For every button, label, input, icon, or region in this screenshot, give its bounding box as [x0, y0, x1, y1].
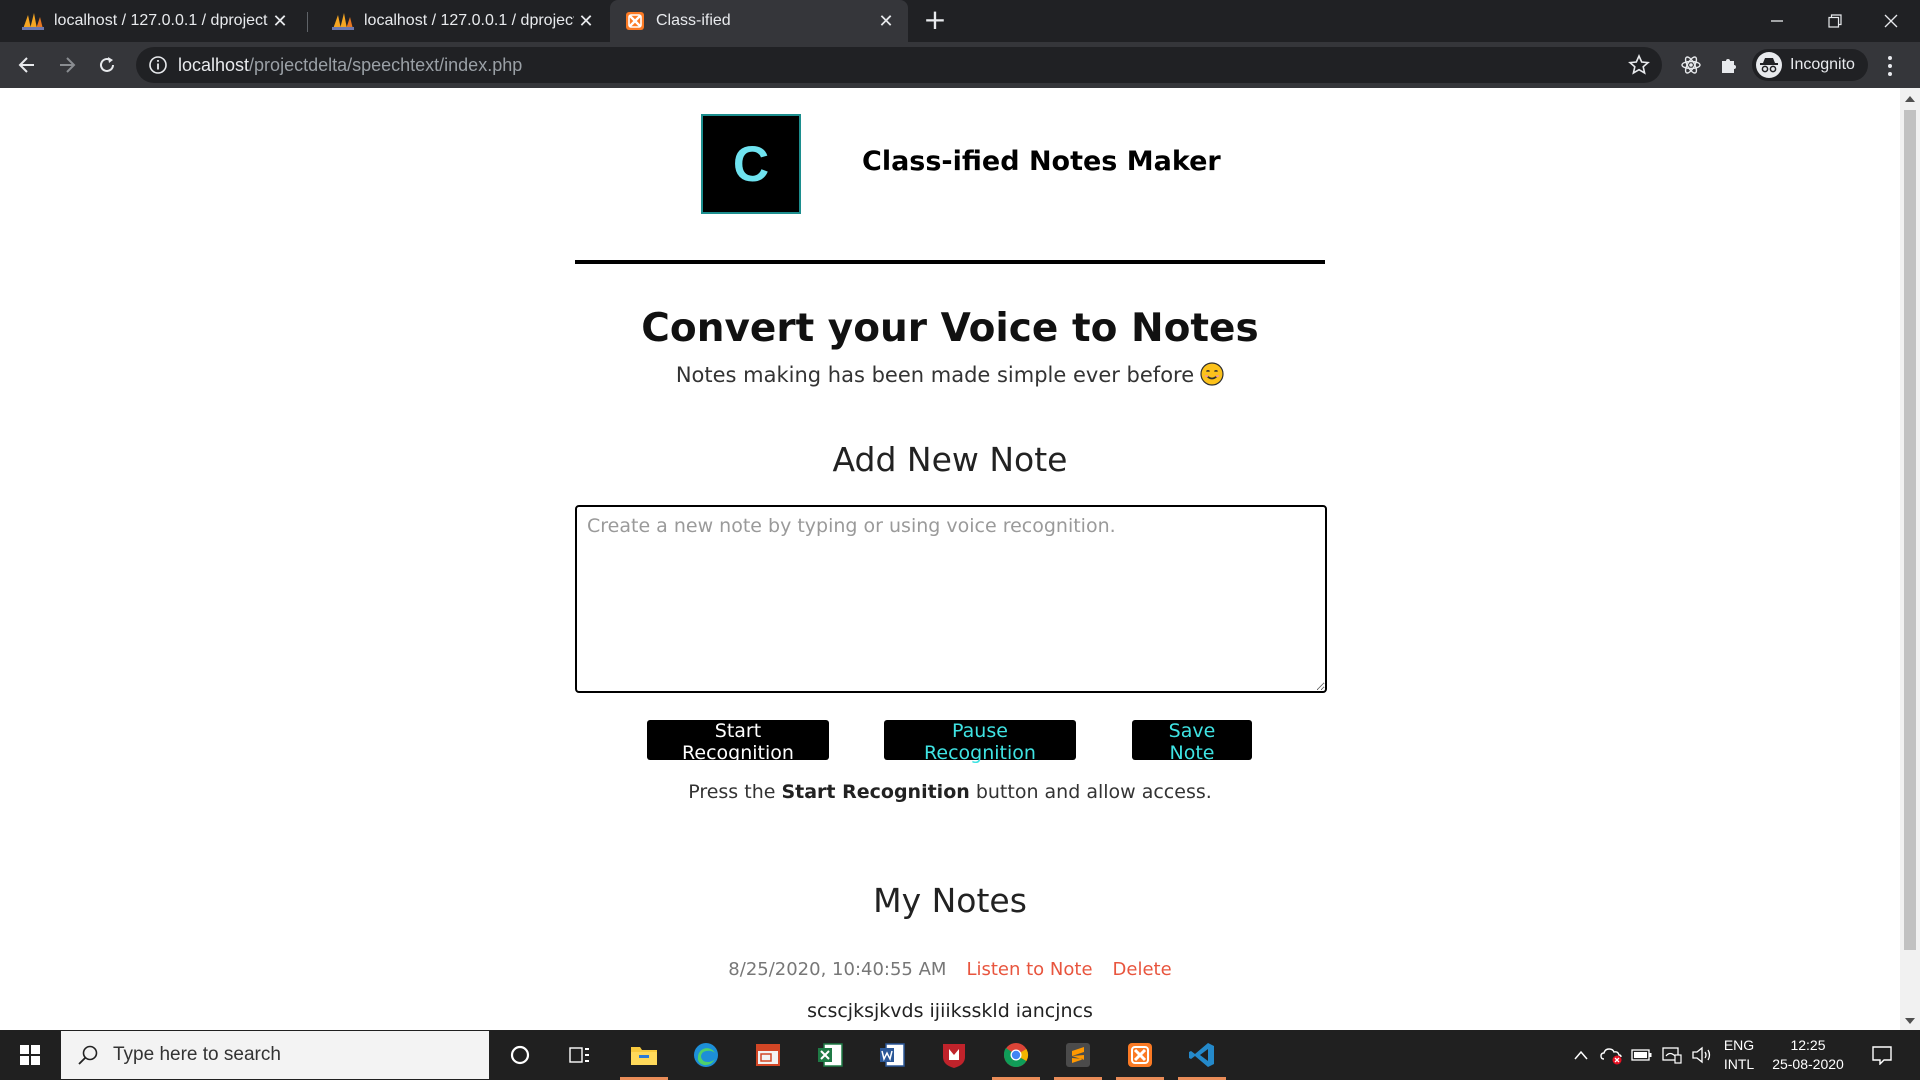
- address-bar[interactable]: localhost/projectdelta/speechtext/index.…: [136, 47, 1662, 83]
- hint-bold: Start Recognition: [781, 781, 970, 803]
- header-divider: [575, 260, 1325, 264]
- tab-separator: [307, 12, 308, 32]
- add-note-heading: Add New Note: [832, 440, 1068, 479]
- note-meta: 8/25/2020, 10:40:55 AM Listen to Note Dele…: [0, 959, 1900, 980]
- phpmyadmin-icon: [332, 10, 354, 32]
- page-title: Convert your Voice to Notes: [641, 306, 1259, 351]
- input-language-indicator[interactable]: ENG INTL: [1716, 1030, 1762, 1080]
- scroll-up-arrow-icon[interactable]: [1905, 96, 1915, 102]
- restore-button[interactable]: [1806, 0, 1864, 42]
- save-note-button[interactable]: Save Note: [1132, 720, 1252, 764]
- note-date: 8/25/2020, 10:40:55 AM: [728, 959, 947, 980]
- close-icon[interactable]: ✕: [874, 9, 898, 33]
- search-placeholder: Type here to search: [113, 1044, 281, 1065]
- windows-start-icon[interactable]: [0, 1030, 60, 1080]
- site-name: Class-ified Notes Maker: [862, 146, 1221, 177]
- forward-icon[interactable]: [52, 50, 82, 80]
- page-viewport: C Class-ified Notes Maker Convert your V…: [0, 88, 1900, 1030]
- tab-title: localhost / 127.0.0.1 / dproject /: [54, 12, 268, 29]
- volume-icon[interactable]: [1688, 1030, 1716, 1080]
- incognito-profile-button[interactable]: Incognito: [1752, 49, 1868, 81]
- pause-recognition-button[interactable]: Pause Recognition: [884, 720, 1076, 764]
- page-subtitle: Notes making has been made simple ever b…: [0, 362, 1900, 387]
- url-path: /projectdelta/speechtext/index.php: [249, 55, 523, 75]
- url-host: localhost: [178, 55, 250, 75]
- excel-icon[interactable]: [804, 1030, 856, 1080]
- delete-note-link[interactable]: Delete: [1113, 959, 1172, 980]
- onedrive-error-icon[interactable]: [1598, 1030, 1626, 1080]
- xampp-icon[interactable]: [1114, 1030, 1166, 1080]
- smiling-face-icon: [1200, 362, 1224, 386]
- task-view-icon[interactable]: [554, 1030, 606, 1080]
- browser-menu-icon[interactable]: [1880, 54, 1900, 78]
- site-logo: C: [701, 114, 801, 214]
- edge-browser-icon[interactable]: [680, 1030, 732, 1080]
- listen-to-note-link[interactable]: Listen to Note: [966, 959, 1092, 980]
- browser-tab-active[interactable]: Class-ified ✕: [610, 0, 908, 42]
- profile-label: Incognito: [1790, 56, 1855, 73]
- show-hidden-icons-chevron-icon[interactable]: [1568, 1030, 1594, 1080]
- incognito-icon: [1756, 52, 1782, 78]
- back-icon[interactable]: [12, 50, 42, 80]
- notification-center-icon[interactable]: [1862, 1030, 1902, 1080]
- taskbar-search-box[interactable]: Type here to search: [61, 1031, 489, 1079]
- sublime-text-icon[interactable]: [1052, 1030, 1104, 1080]
- page-scrollbar[interactable]: [1900, 88, 1920, 1030]
- reload-icon[interactable]: [92, 50, 122, 80]
- tab-title: Class-ified: [656, 12, 731, 29]
- xampp-icon: [624, 10, 646, 32]
- my-notes-heading: My Notes: [873, 881, 1027, 920]
- chrome-icon[interactable]: [990, 1030, 1042, 1080]
- phpmyadmin-icon: [22, 10, 44, 32]
- url-text[interactable]: localhost/projectdelta/speechtext/index.…: [178, 55, 522, 76]
- hint-prefix: Press the: [688, 781, 782, 803]
- close-icon[interactable]: ✕: [268, 9, 292, 33]
- keyboard-layout: INTL: [1723, 1056, 1755, 1072]
- tab-title: localhost / 127.0.0.1 / dproject /: [364, 12, 574, 29]
- vscode-icon[interactable]: [1176, 1030, 1228, 1080]
- cortana-icon[interactable]: [494, 1030, 546, 1080]
- language-code: ENG: [1723, 1037, 1755, 1053]
- scrollbar-thumb[interactable]: [1904, 110, 1916, 950]
- browser-tab-bar: localhost / 127.0.0.1 / dproject / ✕ loc…: [0, 0, 1920, 42]
- presentation-app-icon[interactable]: [742, 1030, 794, 1080]
- new-tab-button[interactable]: +: [920, 6, 950, 36]
- search-icon: [78, 1045, 98, 1065]
- network-icon[interactable]: [1658, 1030, 1686, 1080]
- clock-date: 25-08-2020: [1772, 1056, 1844, 1072]
- browser-tab-1[interactable]: localhost / 127.0.0.1 / dproject / ✕: [0, 0, 302, 42]
- scroll-down-arrow-icon[interactable]: [1905, 1018, 1915, 1024]
- word-icon[interactable]: [866, 1030, 918, 1080]
- subtitle-text: Notes making has been made simple ever b…: [675, 363, 1195, 387]
- file-explorer-icon[interactable]: [618, 1030, 670, 1080]
- note-textarea[interactable]: [575, 505, 1327, 693]
- battery-icon[interactable]: [1628, 1030, 1656, 1080]
- browser-toolbar: localhost/projectdelta/speechtext/index.…: [0, 42, 1920, 88]
- react-devtools-icon[interactable]: [1678, 52, 1704, 78]
- hint-suffix: button and allow access.: [969, 781, 1212, 803]
- close-icon[interactable]: ✕: [574, 9, 598, 33]
- note-content: scscjksjkvds ijiiksskld iancjncs: [807, 1000, 1093, 1022]
- bookmark-star-icon[interactable]: [1628, 54, 1650, 76]
- system-clock[interactable]: 12:25 25-08-2020: [1762, 1030, 1854, 1080]
- antivirus-shield-icon[interactable]: [928, 1030, 980, 1080]
- windows-taskbar: Type here to search ENG INTL 12:25 25-08…: [0, 1030, 1920, 1080]
- recording-instructions: Press the Start Recognition button and a…: [0, 781, 1900, 803]
- info-icon[interactable]: [148, 55, 168, 75]
- start-recognition-button[interactable]: Start Recognition: [647, 720, 829, 764]
- minimize-button[interactable]: [1748, 0, 1806, 42]
- extensions-puzzle-icon[interactable]: [1716, 52, 1742, 78]
- window-close-button[interactable]: [1862, 0, 1920, 42]
- browser-tab-2[interactable]: localhost / 127.0.0.1 / dproject / ✕: [310, 0, 608, 42]
- clock-time: 12:25: [1790, 1037, 1826, 1053]
